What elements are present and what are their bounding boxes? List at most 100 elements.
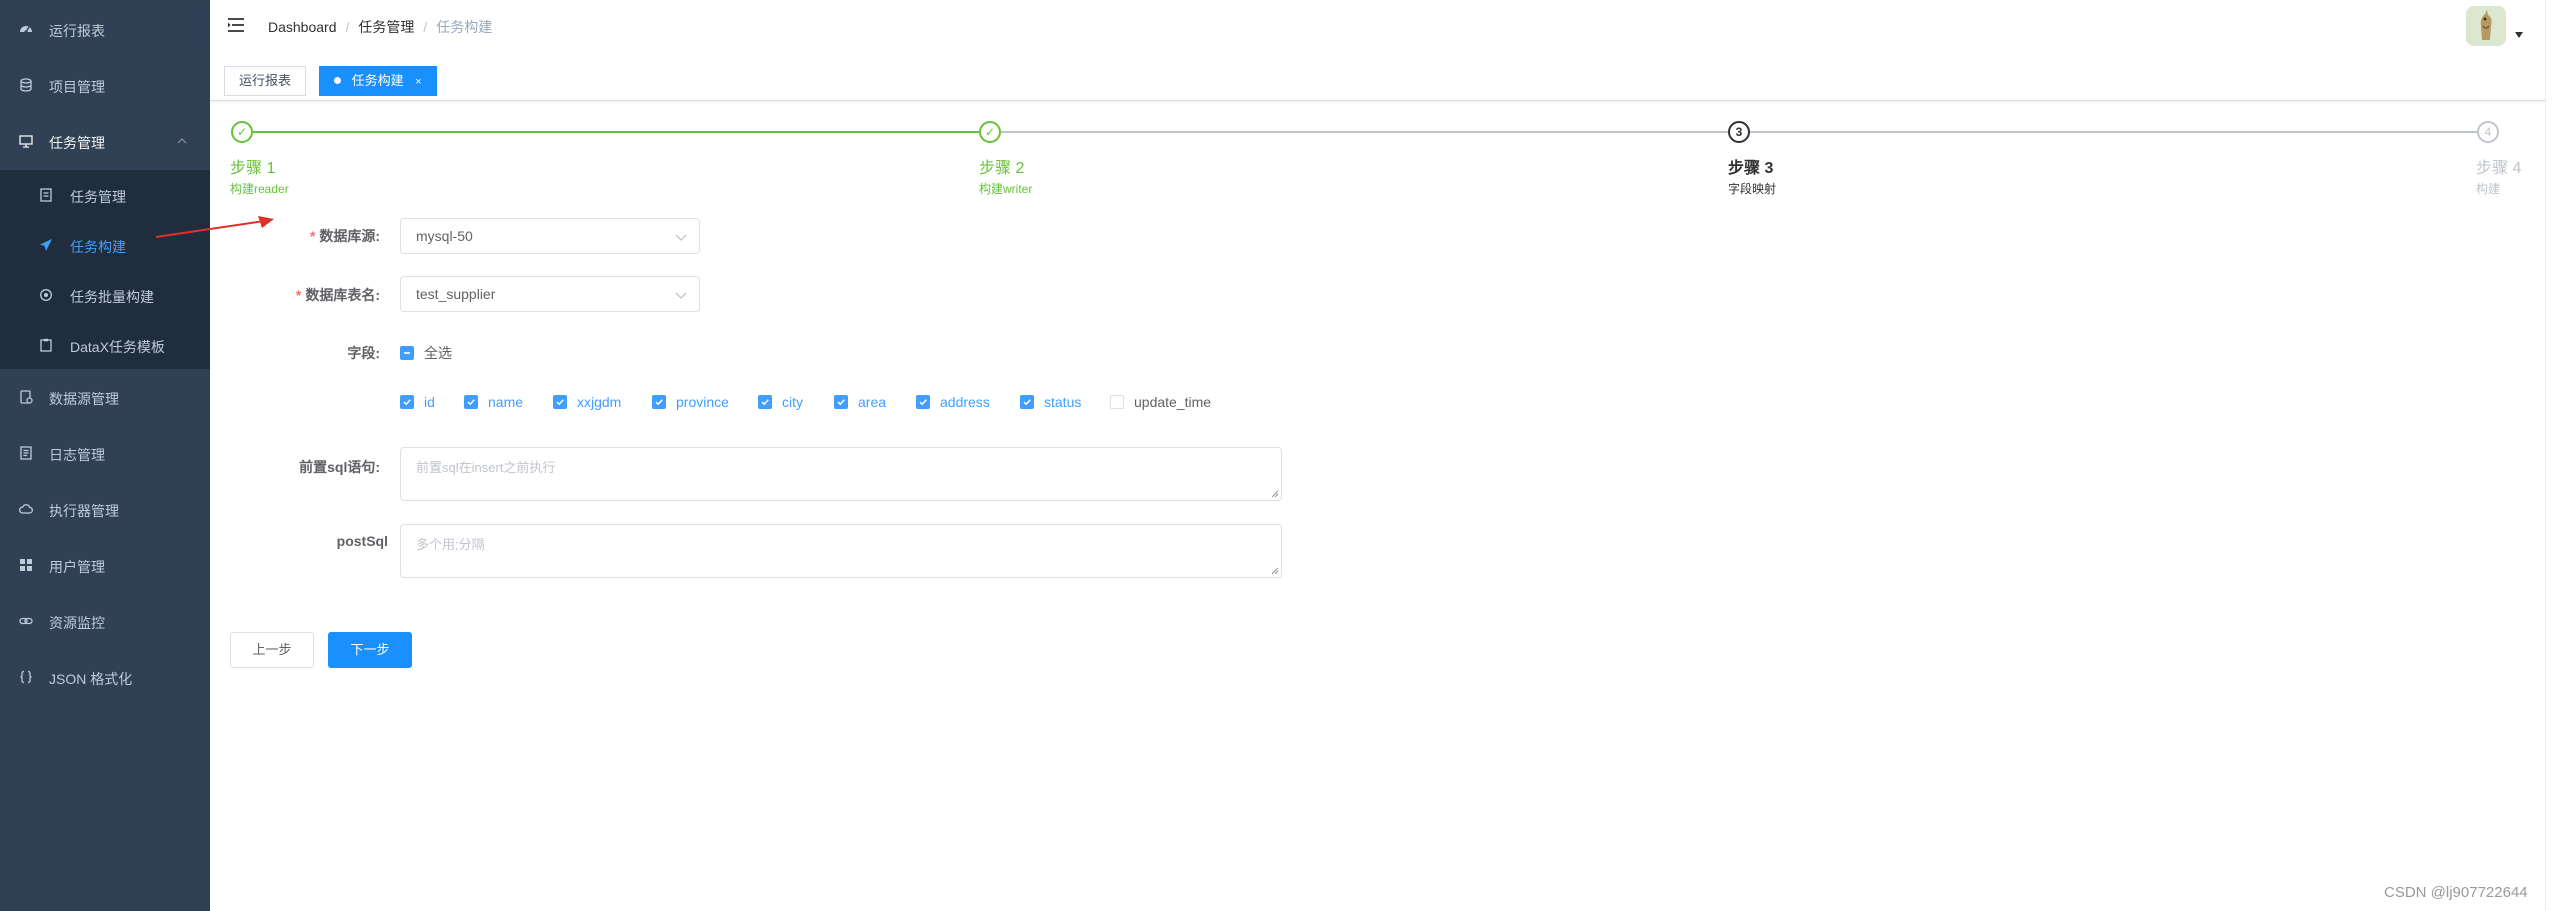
post-sql-placeholder: 多个用;分隔 [416,537,485,552]
step-connector-1 [253,131,979,133]
submenu-item-label: 任务批量构建 [70,289,154,305]
sidebar: 运行报表 项目管理 任务管理 任务管理 任务构建 任务批量构建 DataX任务模… [0,0,210,911]
step-4-number: 4 [2477,121,2499,143]
field-checkbox-label: id [424,394,435,410]
sidebar-item-label: JSON 格式化 [49,671,133,687]
sidebar-item-task-management[interactable]: 任务管理 [0,124,210,158]
select-all-label: 全选 [424,345,452,361]
sidebar-item-run-report[interactable]: 运行报表 [0,12,210,46]
sidebar-item-projects[interactable]: 项目管理 [0,68,210,102]
field-checkbox-province[interactable]: province [652,394,729,410]
field-checkbox-label: update_time [1134,394,1212,410]
table-select[interactable]: test_supplier [400,276,700,312]
tag-run-report[interactable]: 运行报表 [224,66,307,96]
active-dot-icon [334,77,341,84]
sidebar-item-logs[interactable]: 日志管理 [0,436,210,470]
datasource-select[interactable]: mysql-50 [400,218,700,254]
datasource-label: * 数据库源: [309,228,380,244]
field-checkbox-city[interactable]: city [758,394,803,410]
field-checkbox-label: province [676,394,729,410]
post-sql-label: postSql [336,533,388,549]
resize-grip-icon[interactable] [1271,490,1279,498]
select-all-checkbox[interactable]: 全选 [400,343,452,363]
checkbox-checked-icon [916,395,930,409]
tag-label: 任务构建 [351,73,404,88]
tag-label: 运行报表 [239,73,292,88]
checkbox-checked-icon [400,395,414,409]
step-3-number: 3 [1728,121,1750,143]
chevron-down-icon [675,290,687,300]
pre-sql-textarea[interactable]: 前置sql在insert之前执行 [400,447,1282,501]
field-checkbox-area[interactable]: area [834,394,886,410]
sidebar-item-label: 运行报表 [49,23,105,39]
datasource-select-value: mysql-50 [416,228,473,244]
checkbox-indeterminate-icon [400,346,414,360]
step-1-title: 步骤 1 [230,160,276,177]
next-step-button[interactable]: 下一步 [328,632,412,668]
executor-cloud-icon [19,502,33,516]
sidebar-item-label: 任务管理 [49,135,105,151]
submenu-item-datax-template[interactable]: DataX任务模板 [0,328,210,362]
field-checkbox-label: name [488,394,524,410]
chevron-up-icon [176,135,188,147]
dashboard-icon [19,22,33,36]
hamburger-menu-icon[interactable] [227,16,245,34]
pre-sql-label: 前置sql语句: [299,459,380,475]
field-checkbox-label: address [940,394,990,410]
post-sql-textarea[interactable]: 多个用;分隔 [400,524,1282,578]
checkbox-checked-icon [553,395,567,409]
caret-down-icon[interactable] [2515,32,2523,38]
chevron-down-icon [675,232,687,242]
field-checkbox-xxjgdm[interactable]: xxjgdm [553,394,621,410]
breadcrumb-current: 任务构建 [436,19,493,35]
page-scrollbar[interactable] [2545,0,2560,911]
tags-view: 运行报表 任务构建 × [210,52,2560,101]
submenu-item-task-build[interactable]: 任务构建 [0,228,210,262]
table-select-value: test_supplier [416,286,496,302]
sidebar-item-datasource[interactable]: 数据源管理 [0,380,210,414]
submenu-item-label: 任务管理 [70,189,126,205]
paper-plane-icon [39,238,53,252]
field-checkbox-name[interactable]: name [464,394,523,410]
sidebar-item-label: 执行器管理 [49,503,119,519]
table-label: * 数据库表名: [295,287,380,303]
field-checkbox-status[interactable]: status [1020,394,1081,410]
submenu-item-task-management[interactable]: 任务管理 [0,178,210,212]
previous-step-button[interactable]: 上一步 [230,632,314,668]
breadcrumb-task-management[interactable]: 任务管理 [358,17,414,37]
datasource-icon [19,390,33,404]
step-3-title: 步骤 3 [1728,160,1774,177]
breadcrumb: Dashboard / 任务管理 / 任务构建 [268,17,492,37]
field-checkbox-update-time[interactable]: update_time [1110,394,1211,410]
link-icon [19,614,33,628]
field-checkbox-label: area [858,394,887,410]
step-connector-3 [1750,131,2477,133]
breadcrumb-separator: / [423,19,428,35]
step-2-check-icon: ✓ [979,121,1001,143]
close-icon[interactable]: × [415,68,421,96]
step-4-description: 构建 [2476,182,2501,196]
pre-sql-placeholder: 前置sql在insert之前执行 [416,460,556,475]
checkbox-unchecked-icon [1110,395,1124,409]
sidebar-item-json-format[interactable]: JSON 格式化 [0,660,210,694]
field-checkbox-address[interactable]: address [916,394,990,410]
log-document-icon [19,446,33,460]
braces-icon [19,670,33,684]
sidebar-item-users[interactable]: 用户管理 [0,548,210,582]
user-grid-icon [19,558,33,572]
tag-task-build[interactable]: 任务构建 × [319,66,437,96]
breadcrumb-dashboard[interactable]: Dashboard [268,19,337,35]
sidebar-item-executors[interactable]: 执行器管理 [0,492,210,526]
sidebar-item-resource-monitor[interactable]: 资源监控 [0,604,210,638]
step-3-description: 字段映射 [1728,182,1777,196]
resize-grip-icon[interactable] [1271,567,1279,575]
breadcrumb-separator: / [345,19,350,35]
batch-settings-icon [39,288,53,302]
field-checkbox-label: city [782,394,803,410]
field-checkbox-id[interactable]: id [400,394,435,410]
template-clipboard-icon [39,338,53,352]
submenu-item-task-batch-build[interactable]: 任务批量构建 [0,278,210,312]
checkbox-checked-icon [652,395,666,409]
user-avatar[interactable] [2466,6,2506,46]
required-asterisk: * [295,287,302,303]
